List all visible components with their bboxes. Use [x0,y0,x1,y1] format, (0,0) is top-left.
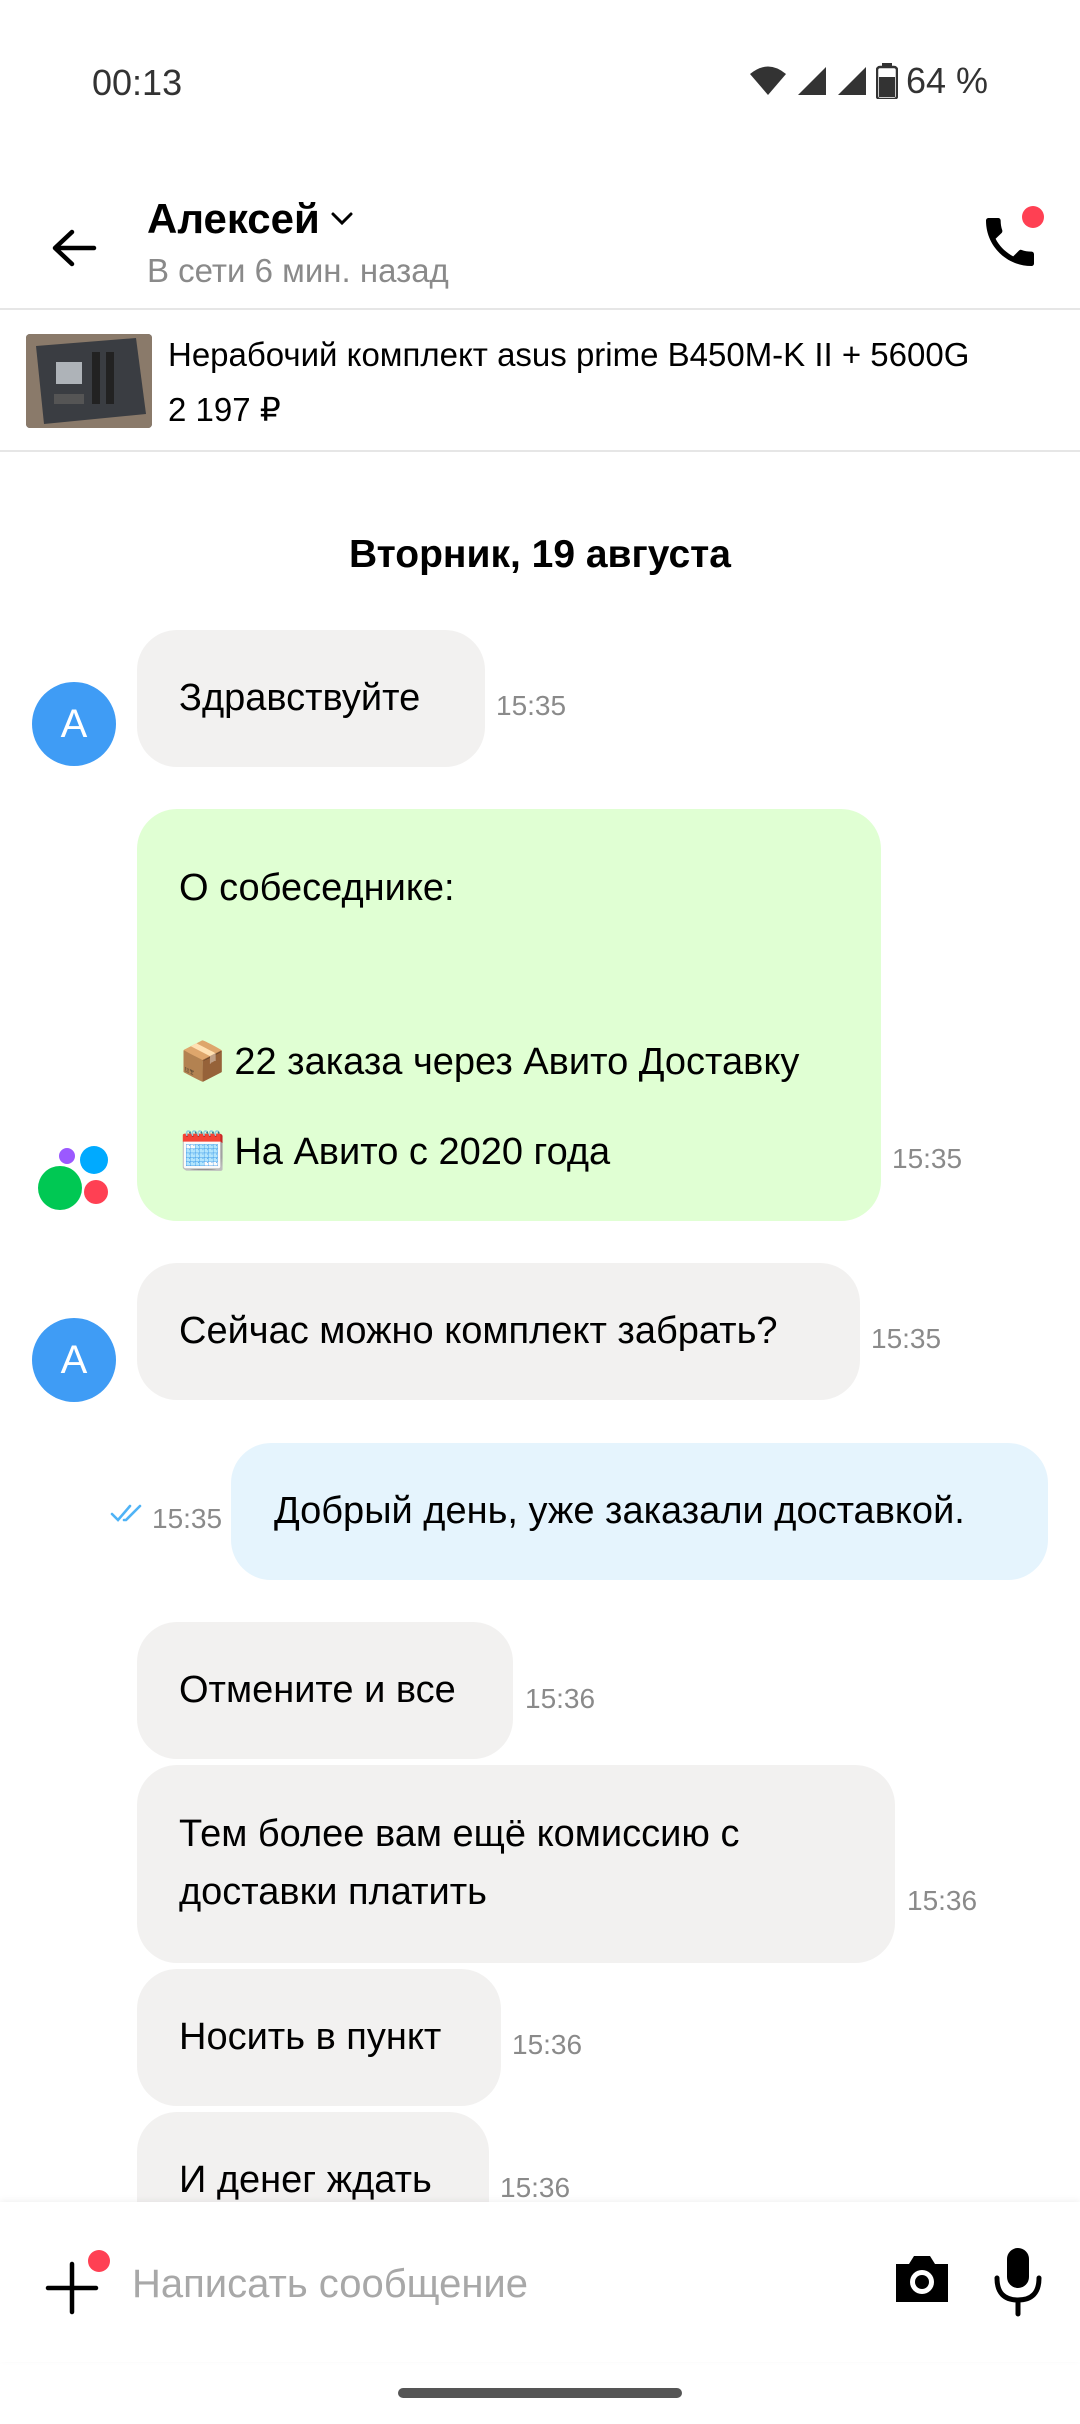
message-bubble[interactable]: Носить в пункт [137,1969,501,2106]
message-time: 15:36 [907,1885,978,1916]
divider [0,450,1080,452]
message-text: Сейчас можно комплект забрать? [179,1310,778,1352]
message-text: Здравствуйте [179,677,421,719]
read-checkmarks-icon [110,1502,146,1529]
chevron-down-icon [331,212,353,226]
avito-logo [36,1144,112,1210]
message-bubble[interactable]: Тем более вам ещё комиссию с доставки пл… [137,1765,895,1963]
card-since-text: На Авито с 2020 года [234,1131,611,1173]
arrow-left-icon [52,229,97,267]
contact-name-button[interactable]: Алексей [147,195,354,243]
call-button[interactable] [972,200,1052,280]
message-time: 15:35 [892,1143,963,1174]
home-indicator[interactable] [398,2388,682,2398]
attach-button[interactable] [40,2250,110,2320]
signal-icon [797,67,826,95]
back-button[interactable] [44,218,104,278]
wifi-icon [749,66,786,95]
message-time: 15:35 [871,1323,942,1354]
microphone-icon [994,2248,1042,2317]
message-time: 15:36 [500,2172,571,2203]
message-time: 15:35 [496,690,567,721]
message-time: 15:36 [512,2029,583,2060]
camera-icon [896,2256,948,2302]
camera-button[interactable] [892,2250,956,2314]
battery-icon [875,63,898,99]
avatar[interactable]: A [32,682,116,766]
microphone-button[interactable] [990,2246,1046,2318]
listing-title: Нерабочий комплект asus prime B450M-K II… [168,336,970,373]
message-bubble[interactable]: Здравствуйте [137,630,485,767]
calendar-icon: 🗓️ [179,1131,227,1173]
about-interlocutor-card: О собеседнике: 📦 22 заказа через Авито Д… [137,809,881,1221]
listing-thumbnail [26,334,152,428]
message-bubble[interactable]: Отмените и все [137,1622,513,1759]
message-text: Отмените и все [179,1669,456,1711]
signal-icon [837,67,866,95]
date-separator: Вторник, 19 августа [349,533,731,576]
message-text: Тем более вам ещё комиссию с доставки пл… [179,1813,740,1913]
card-orders-text: 22 заказа через Авито Доставку [234,1041,800,1083]
message-time: 15:36 [525,1683,596,1714]
listing-row[interactable] [0,310,1080,450]
message-bubble[interactable]: Сейчас можно комплект забрать? [137,1263,860,1400]
status-time: 00:13 [92,62,183,103]
battery-level: 64 % [905,60,988,101]
contact-name: Алексей [147,195,320,242]
notification-dot [88,2250,110,2272]
motherboard-image [26,334,152,428]
package-icon: 📦 [179,1041,227,1083]
listing-price: 2 197 ₽ [168,391,281,428]
message-text: Добрый день, уже заказали доставкой. [274,1490,965,1532]
message-time: 15:35 [152,1503,223,1534]
message-text: И денег ждать [179,2159,432,2201]
notification-dot [1022,206,1044,228]
card-heading: О собеседнике: [179,867,455,909]
contact-online-status: В сети 6 мин. назад [147,252,449,289]
message-bubble[interactable]: Добрый день, уже заказали доставкой. [231,1443,1048,1580]
message-text: Носить в пункт [179,2016,442,2058]
avatar[interactable]: A [32,1318,116,1402]
status-icons: 64 % [748,60,988,102]
message-input[interactable] [130,2248,834,2320]
